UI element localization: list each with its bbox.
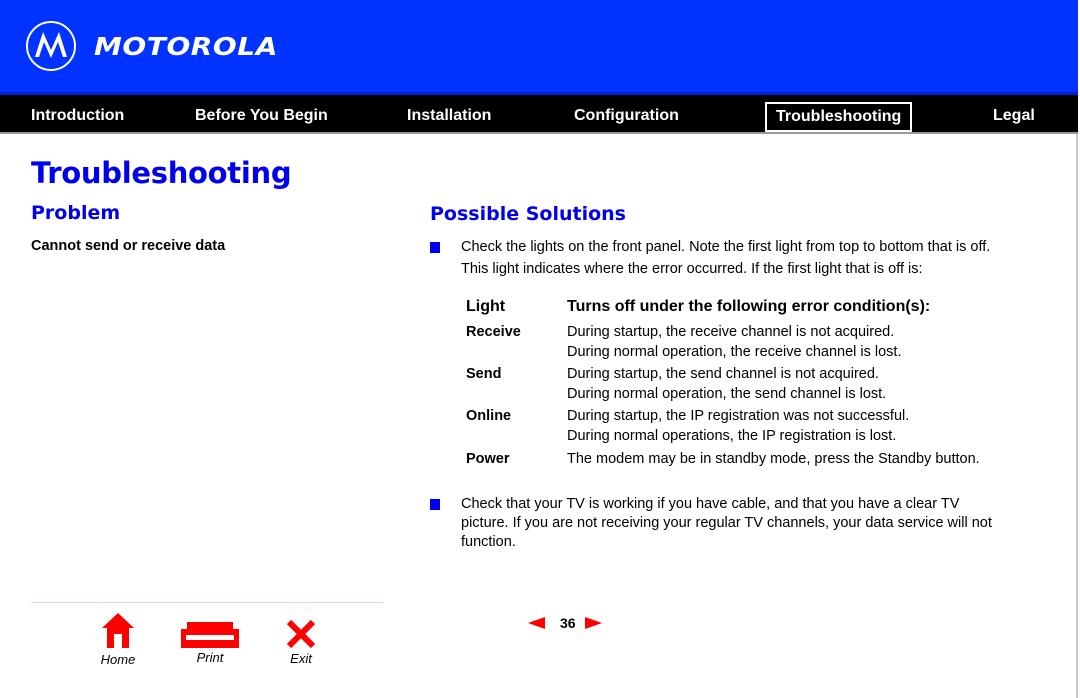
nav-installation[interactable]: Installation (407, 103, 491, 133)
nav-legal[interactable]: Legal (993, 103, 1035, 133)
condition-line: During normal operation, the send channe… (567, 386, 887, 402)
solution-2-line-1: Check that your TV is working if you hav… (461, 496, 960, 512)
home-button[interactable]: Home (96, 612, 140, 667)
next-page-arrow-icon[interactable] (585, 617, 602, 629)
problem-text: Cannot send or receive data (31, 238, 226, 254)
motorola-logo-icon (26, 21, 76, 71)
light-online: Online (466, 408, 512, 424)
footer-divider (31, 602, 383, 603)
manual-page: MOTOROLA Introduction Before You Begin I… (0, 0, 1078, 698)
light-receive: Receive (466, 324, 521, 340)
exit-button[interactable]: Exit (284, 619, 318, 666)
solution-1-line-2: This light indicates where the error occ… (461, 261, 923, 277)
solution-1-line-1: Check the lights on the front panel. Not… (461, 239, 991, 255)
main-nav: Introduction Before You Begin Installati… (0, 92, 1078, 134)
light-column-header: Light (466, 298, 506, 315)
bullet-icon (430, 242, 440, 253)
solution-2-text: Check that your TV is working if you hav… (461, 495, 992, 552)
nav-introduction[interactable]: Introduction (31, 103, 124, 133)
solution-1-text: Check the lights on the front panel. Not… (461, 238, 990, 279)
condition-line: The modem may be in standby mode, press … (567, 451, 980, 467)
solution-2-line-2: picture. If you are not receiving your r… (461, 515, 992, 531)
condition-line: During normal operations, the IP registr… (567, 428, 897, 444)
light-power: Power (466, 451, 510, 467)
exit-label: Exit (290, 651, 312, 666)
bullet-icon (430, 499, 440, 510)
nav-troubleshooting[interactable]: Troubleshooting (765, 102, 913, 132)
print-button[interactable]: Print (181, 622, 239, 665)
exit-icon (286, 619, 316, 649)
condition-line: During startup, the send channel is not … (567, 366, 879, 382)
condition-line: During startup, the IP registration was … (567, 408, 910, 424)
page-number: 36 (560, 615, 576, 631)
print-label: Print (196, 650, 224, 665)
print-icon (181, 622, 239, 648)
nav-configuration[interactable]: Configuration (574, 103, 679, 133)
home-label: Home (100, 652, 136, 667)
condition-line: During normal operation, the receive cha… (567, 344, 902, 360)
condition-column-header: Turns off under the following error cond… (567, 298, 931, 315)
light-send: Send (466, 366, 502, 382)
condition-line: During startup, the receive channel is n… (567, 324, 895, 340)
solution-2-line-3: function. (461, 534, 516, 550)
home-icon (102, 613, 134, 648)
solutions-heading: Possible Solutions (430, 203, 626, 225)
page-title: Troubleshooting (31, 156, 292, 190)
motorola-wordmark: MOTOROLA (94, 32, 278, 61)
brand-header: MOTOROLA (0, 0, 1078, 92)
nav-before-you-begin[interactable]: Before You Begin (195, 103, 328, 133)
prev-page-arrow-icon[interactable] (528, 617, 545, 629)
problem-heading: Problem (31, 202, 121, 224)
